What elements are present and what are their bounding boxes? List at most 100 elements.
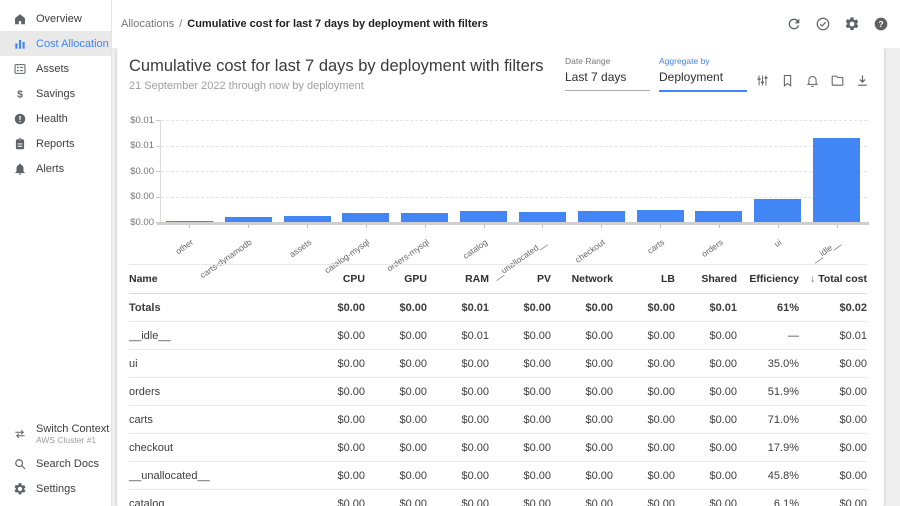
aggregate-by-label: Aggregate by [659,56,747,66]
table-row-__idle__[interactable]: __idle__$0.00$0.00$0.01$0.00$0.00$0.00$0… [129,322,867,350]
help-icon[interactable]: ? [873,16,889,32]
x-tick-mark [837,225,838,228]
column-header-name[interactable]: Name [129,265,303,294]
date-range-value[interactable]: Last 7 days [565,66,650,91]
sidebar-item-label: Overview [36,13,82,25]
bar-slot [513,120,572,222]
x-axis-labels: othercarts-dynamodbassetscatalog-mysqlor… [160,229,866,264]
cell-ram: $0.00 [427,406,489,434]
bar-ui[interactable] [754,199,801,222]
dollar-icon: $ [13,87,27,101]
bookmark-icon[interactable] [780,73,795,88]
table-row-Totals[interactable]: Totals$0.00$0.00$0.01$0.00$0.00$0.00$0.0… [129,294,867,322]
cell-name: carts [129,406,303,434]
cell-efficiency: 61% [737,294,799,322]
date-range-select[interactable]: Date Range Last 7 days [565,56,650,91]
sidebar-item-overview[interactable]: Overview [0,6,111,31]
table-row-orders[interactable]: orders$0.00$0.00$0.00$0.00$0.00$0.00$0.0… [129,378,867,406]
sidebar-item-alerts[interactable]: Alerts [0,156,111,181]
aggregate-by-value[interactable]: Deployment [659,66,747,92]
sidebar-item-reports[interactable]: Reports [0,131,111,156]
cell-shared: $0.00 [675,406,737,434]
column-header-lb[interactable]: LB [613,265,675,294]
bar-slot [572,120,631,222]
cell-network: $0.00 [551,490,613,506]
sidebar-item-cost-allocation[interactable]: Cost Allocation [0,31,111,56]
refresh-icon[interactable] [786,16,802,32]
bar-checkout[interactable] [578,211,625,222]
x-tick-label: checkout [573,237,607,265]
cell-pv: $0.00 [489,434,551,462]
cell-efficiency: 51.9% [737,378,799,406]
cell-ram: $0.00 [427,462,489,490]
table-header-row: NameCPUGPURAMPVNetworkLBSharedEfficiency… [129,265,867,294]
sidebar-item-switch-context[interactable]: Switch Context AWS Cluster #1 [0,417,111,451]
table-row-__unallocated__[interactable]: __unallocated__$0.00$0.00$0.00$0.00$0.00… [129,462,867,490]
cell-name: catalog [129,490,303,506]
content-area: Cumulative cost for last 7 days by deplo… [112,48,900,506]
breadcrumb: Allocations/Cumulative cost for last 7 d… [112,18,786,30]
cell-efficiency: 6.1% [737,490,799,506]
column-header-network[interactable]: Network [551,265,613,294]
column-header-cpu[interactable]: CPU [303,265,365,294]
cell-lb: $0.00 [613,294,675,322]
cell-gpu: $0.00 [365,406,427,434]
tune-icon[interactable] [755,73,770,88]
sidebar-item-savings[interactable]: $ Savings [0,81,111,106]
bar-slot [219,120,278,222]
sidebar-item-label: Cost Allocation [36,38,109,50]
breadcrumb-parent[interactable]: Allocations [121,18,174,30]
column-header-gpu[interactable]: GPU [365,265,427,294]
gear-icon[interactable] [844,16,860,32]
bar-orders-mysql[interactable] [401,213,448,222]
table-row-checkout[interactable]: checkout$0.00$0.00$0.00$0.00$0.00$0.00$0… [129,434,867,462]
download-icon[interactable] [855,73,870,88]
bar-orders[interactable] [695,211,742,222]
report-toolbar [755,73,870,88]
table-row-catalog[interactable]: catalog$0.00$0.00$0.00$0.00$0.00$0.00$0.… [129,490,867,506]
report-card: Cumulative cost for last 7 days by deplo… [117,48,884,506]
bar-slot [748,120,807,222]
bar-slot [689,120,748,222]
bell-icon[interactable] [805,73,820,88]
folder-icon[interactable] [830,73,845,88]
search-icon [13,457,27,471]
bar-__idle__[interactable] [813,138,860,222]
bar-slot [395,120,454,222]
column-header-shared[interactable]: Shared [675,265,737,294]
cell-network: $0.00 [551,294,613,322]
bar-carts[interactable] [637,210,684,222]
cell-cpu: $0.00 [303,490,365,506]
cell-lb: $0.00 [613,350,675,378]
cell-name: Totals [129,294,303,322]
x-tick-mark [425,225,426,228]
column-header-total-cost[interactable]: ↓Total cost [799,265,867,294]
cell-lb: $0.00 [613,462,675,490]
sidebar-item-assets[interactable]: Assets [0,56,111,81]
column-header-pv[interactable]: PV [489,265,551,294]
table-row-carts[interactable]: carts$0.00$0.00$0.00$0.00$0.00$0.00$0.00… [129,406,867,434]
bar-slot [631,120,690,222]
cell-total-cost: $0.00 [799,490,867,506]
bar-catalog[interactable] [460,211,507,222]
bar-slot [454,120,513,222]
sidebar-item-search-docs[interactable]: Search Docs [0,451,111,476]
check-circle-icon[interactable] [815,16,831,32]
bar-__unallocated__[interactable] [519,212,566,222]
x-tick-label: assets [287,237,313,259]
column-header-efficiency[interactable]: Efficiency [737,265,799,294]
page-subtitle: 21 September 2022 through now by deploym… [129,80,364,92]
table-row-ui[interactable]: ui$0.00$0.00$0.00$0.00$0.00$0.00$0.0035.… [129,350,867,378]
cell-pv: $0.00 [489,294,551,322]
sidebar-item-settings[interactable]: Settings [0,476,111,501]
cell-pv: $0.00 [489,406,551,434]
cell-gpu: $0.00 [365,378,427,406]
allocation-table: NameCPUGPURAMPVNetworkLBSharedEfficiency… [129,264,867,506]
bar-catalog-mysql[interactable] [342,213,389,222]
cell-cpu: $0.00 [303,378,365,406]
x-tick-mark [484,225,485,228]
aggregate-by-select[interactable]: Aggregate by Deployment [659,56,747,92]
sidebar-item-health[interactable]: Health [0,106,111,131]
cell-pv: $0.00 [489,462,551,490]
column-header-ram[interactable]: RAM [427,265,489,294]
